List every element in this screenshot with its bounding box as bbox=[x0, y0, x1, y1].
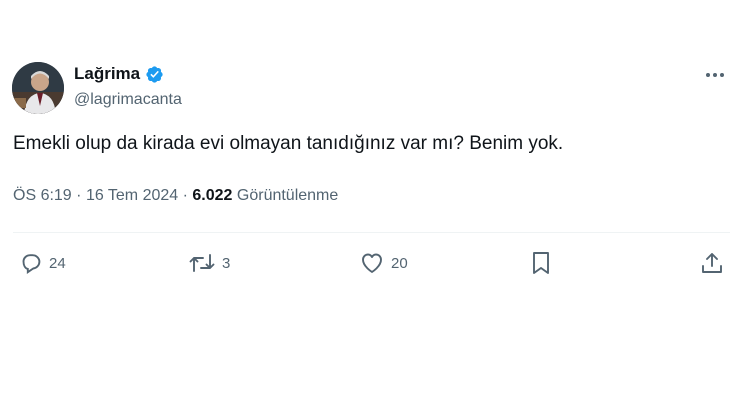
reply-count: 24 bbox=[49, 254, 66, 272]
bookmark-icon bbox=[533, 252, 549, 274]
retweet-icon bbox=[189, 254, 215, 272]
share-upload-icon bbox=[702, 253, 722, 273]
author-name-row: Lağrima bbox=[74, 64, 164, 84]
tweet-text: Emekli olup da kirada evi olmayan tanıdı… bbox=[13, 133, 564, 154]
bookmark-button[interactable] bbox=[529, 248, 553, 278]
share-button[interactable] bbox=[700, 248, 724, 278]
divider bbox=[13, 232, 730, 233]
reply-button[interactable]: 24 bbox=[19, 248, 66, 278]
verified-badge-icon bbox=[145, 65, 164, 84]
tweet-card: Lağrima @lagrimacanta Emekli olup da kir… bbox=[0, 0, 730, 420]
views-count: 6.022 bbox=[192, 187, 233, 204]
meta-separator: · bbox=[76, 187, 82, 204]
tweet-time[interactable]: ÖS 6:19 bbox=[13, 187, 72, 204]
meta-separator: · bbox=[182, 187, 188, 204]
heart-icon bbox=[362, 253, 382, 273]
tweet-actions-bar: 24 3 20 bbox=[0, 248, 730, 278]
retweet-button[interactable]: 3 bbox=[188, 248, 230, 278]
tweet-meta: ÖS 6:19 · 16 Tem 2024 · 6.022 Görüntülen… bbox=[13, 187, 338, 205]
views-label: Görüntülenme bbox=[236, 187, 339, 204]
avatar[interactable] bbox=[12, 62, 64, 114]
like-count: 20 bbox=[391, 254, 408, 272]
like-button[interactable]: 20 bbox=[359, 248, 408, 278]
retweet-count: 3 bbox=[222, 254, 231, 272]
tweet-date[interactable]: 16 Tem 2024 bbox=[86, 187, 178, 204]
more-options-button[interactable] bbox=[700, 64, 730, 86]
more-horizontal-icon bbox=[706, 73, 724, 77]
reply-bubble-icon bbox=[22, 254, 41, 275]
author-display-name[interactable]: Lağrima bbox=[74, 64, 140, 84]
author-handle[interactable]: @lagrimacanta bbox=[74, 91, 182, 109]
